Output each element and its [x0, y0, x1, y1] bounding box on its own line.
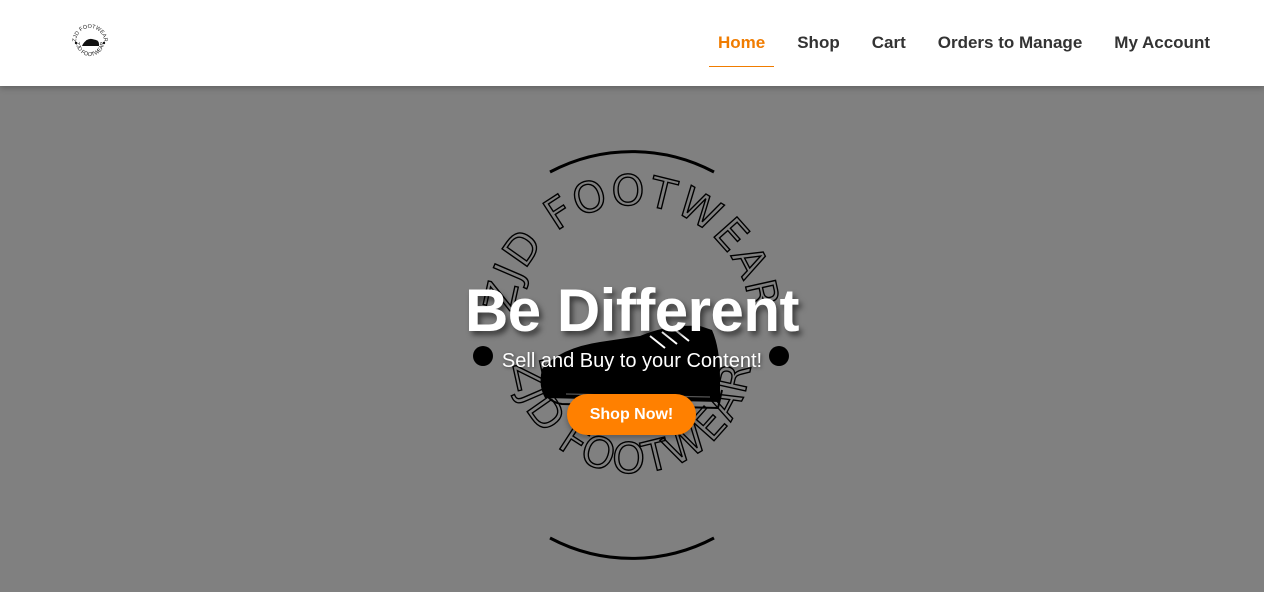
nav-my-account[interactable]: My Account	[1114, 31, 1210, 55]
site-header: ZJD FOOTWEAR ZJD FOOTWEAR Home Shop Cart…	[0, 0, 1264, 86]
nav-home[interactable]: Home	[708, 31, 775, 67]
brand-logo[interactable]: ZJD FOOTWEAR ZJD FOOTWEAR	[70, 18, 110, 66]
hero-subtitle: Sell and Buy to your Content!	[501, 350, 763, 372]
nav-shop[interactable]: Shop	[797, 31, 840, 55]
nav-cart[interactable]: Cart	[872, 31, 906, 55]
nav-orders-to-manage[interactable]: Orders to Manage	[938, 31, 1083, 55]
main-nav: Home Shop Cart Orders to Manage My Accou…	[686, 0, 1210, 86]
shop-now-button[interactable]: Shop Now!	[567, 394, 696, 435]
hero-title: Be Different	[464, 277, 800, 344]
hero-section: ZJD FOOTWEAR ZJD FOOTWEAR Be Different S…	[0, 86, 1264, 592]
